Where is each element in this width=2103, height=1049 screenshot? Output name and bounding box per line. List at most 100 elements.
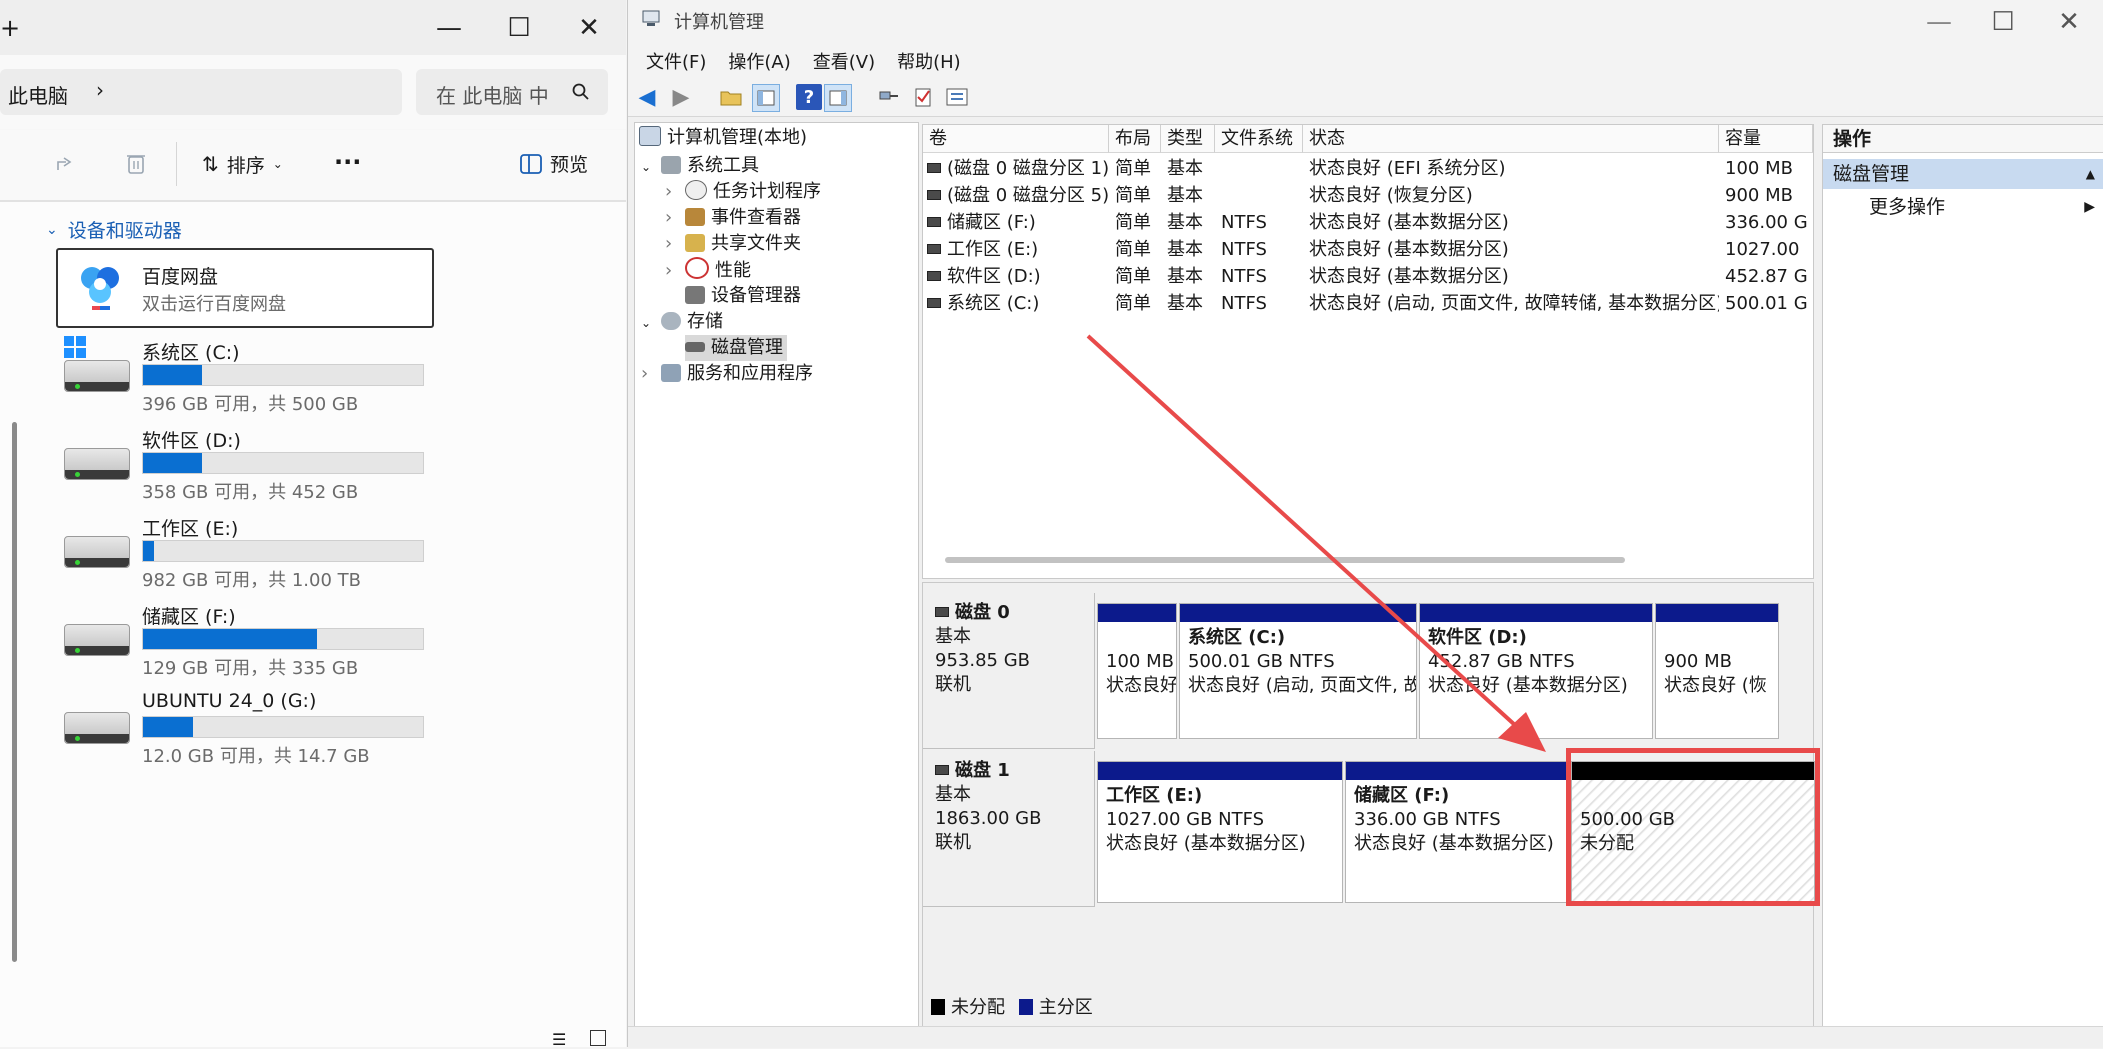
tree-event-viewer[interactable]: › 事件查看器 (665, 205, 801, 231)
column-header-filesystem[interactable]: 文件系统 (1215, 125, 1303, 153)
baidu-netdisk-logo-icon (81, 267, 119, 310)
volume-cell: 工作区 (E:) (927, 236, 1109, 263)
forward-arrow-icon[interactable]: ▶ (668, 84, 694, 110)
drive-item[interactable]: 工作区 (E:) 982 GB 可用，共 1.00 TB (56, 514, 436, 594)
volume-cell-text: 336.00 G (1725, 212, 1808, 233)
new-tab-icon[interactable]: + (0, 14, 20, 42)
back-arrow-icon[interactable]: ◀ (634, 84, 660, 110)
column-header-layout[interactable]: 布局 (1109, 125, 1161, 153)
volume-row[interactable]: 储藏区 (F:) 简单 基本 NTFS 状态良好 (基本数据分区) 336.00 G (923, 209, 1813, 236)
tree-services-apps[interactable]: › 服务和应用程序 (641, 361, 813, 387)
drive-item[interactable]: 储藏区 (F:) 129 GB 可用，共 335 GB (56, 602, 436, 682)
menu-file[interactable]: 文件(F) (646, 48, 706, 74)
search-icon[interactable] (572, 83, 590, 101)
chevron-right-icon[interactable]: › (641, 361, 661, 387)
partition-block[interactable]: 900 MB 状态良好 (恢 (1655, 603, 1779, 739)
actions-section-disk-management[interactable]: 磁盘管理 ▲ (1823, 159, 2103, 189)
volume-cell: 状态良好 (启动, 页面文件, 故障转储, 基本数据分区) (1309, 290, 1719, 317)
preview-button[interactable]: 预览 (520, 150, 588, 177)
tree-storage[interactable]: ⌄ 存储 (641, 309, 723, 335)
details-view-icon[interactable]: ☰ (552, 1030, 566, 1049)
partition-block[interactable]: 软件区 (D:) 452.87 GB NTFS 状态良好 (基本数据分区) (1419, 603, 1653, 739)
drive-item[interactable]: 系统区 (C:) 396 GB 可用，共 500 GB (56, 336, 436, 418)
show-hide-console-tree-icon[interactable] (752, 84, 780, 112)
disk-0-header[interactable]: 磁盘 0 基本 953.85 GB 联机 (923, 593, 1095, 749)
volume-row[interactable]: 软件区 (D:) 简单 基本 NTFS 状态良好 (基本数据分区) 452.87 G (923, 263, 1813, 290)
chevron-right-icon[interactable]: › (96, 78, 104, 102)
chevron-right-icon[interactable]: › (665, 258, 685, 284)
close-button[interactable]: ✕ (554, 0, 624, 55)
chevron-right-icon[interactable]: › (665, 205, 685, 231)
tree-device-manager[interactable]: 设备管理器 (685, 283, 801, 309)
volume-row[interactable]: (磁盘 0 磁盘分区 5) 简单 基本 状态良好 (恢复分区) 900 MB (923, 182, 1813, 209)
disk-0-name: 磁盘 0 (935, 601, 1082, 625)
menu-action[interactable]: 操作(A) (728, 48, 790, 74)
drive-item[interactable]: UBUNTU 24_0 (G:) 12.0 GB 可用，共 14.7 GB (56, 690, 436, 770)
help-icon[interactable]: ? (796, 84, 822, 110)
partition-block[interactable]: 工作区 (E:) 1027.00 GB NTFS 状态良好 (基本数据分区) (1097, 761, 1343, 903)
volume-cell-text: 基本 (1167, 293, 1203, 314)
breadcrumb[interactable]: 此电脑 (8, 80, 68, 109)
column-header-status[interactable]: 状态 (1303, 125, 1719, 153)
tree-shared-folders[interactable]: › 共享文件夹 (665, 231, 801, 257)
disk-1-header[interactable]: 磁盘 1 基本 1863.00 GB 联机 (923, 751, 1095, 907)
explorer-content: ⌄ 设备和驱动器 百度网盘 双击运行百度网盘 系统区 (C:) 396 GB 可用… (0, 202, 626, 1047)
menu-help[interactable]: 帮助(H) (897, 48, 961, 74)
section-header-devices[interactable]: ⌄ 设备和驱动器 (46, 216, 182, 243)
share-icon[interactable] (54, 152, 78, 176)
tree-label: 事件查看器 (711, 207, 801, 228)
column-header-volume[interactable]: 卷 (923, 125, 1109, 153)
sort-label: 排序 (226, 154, 265, 177)
partition-block[interactable]: 储藏区 (F:) 336.00 GB NTFS 状态良好 (基本数据分区) (1345, 761, 1569, 903)
status-bar (628, 1026, 2103, 1048)
volume-cell: 基本 (1167, 290, 1215, 317)
partition-block[interactable]: 100 MB 状态良好 (1097, 603, 1177, 739)
chevron-down-icon[interactable]: ⌄ (641, 154, 661, 180)
maximize-button[interactable]: ☐ (484, 0, 554, 55)
more-actions-item[interactable]: 更多操作 ▶ (1869, 193, 2095, 221)
scrollbar-thumb[interactable] (12, 422, 17, 962)
up-folder-icon[interactable] (718, 84, 744, 110)
volume-row[interactable]: (磁盘 0 磁盘分区 1) 简单 基本 状态良好 (EFI 系统分区) 100 MB (923, 155, 1813, 182)
delete-icon[interactable] (124, 150, 148, 176)
chevron-down-icon[interactable]: ⌄ (641, 310, 661, 336)
minimize-button[interactable]: — (414, 0, 484, 55)
drive-item[interactable]: 软件区 (D:) 358 GB 可用，共 452 GB (56, 426, 436, 506)
search-input[interactable]: 在 此电脑 中 (416, 69, 608, 115)
tree-performance[interactable]: › 性能 (665, 257, 751, 283)
collapse-arrow-icon[interactable]: ▲ (2086, 159, 2095, 189)
volume-row[interactable]: 系统区 (C:) 简单 基本 NTFS 状态良好 (启动, 页面文件, 故障转储, 基本… (923, 290, 1813, 317)
chevron-down-icon: ⌄ (46, 221, 58, 238)
checklist-icon[interactable] (910, 84, 936, 110)
tree-label: 系统工具 (687, 155, 759, 176)
properties-icon[interactable] (944, 84, 970, 110)
tree-root-computer-management[interactable]: 计算机管理(本地) (639, 125, 807, 151)
chevron-right-icon[interactable]: › (665, 231, 685, 257)
sort-button[interactable]: ⇅ 排序 ⌄ (202, 150, 283, 178)
partition-block[interactable]: 系统区 (C:) 500.01 GB NTFS 状态良好 (启动, 页面文件, 故 (1179, 603, 1417, 739)
connect-icon[interactable] (876, 84, 902, 110)
volume-cell: 100 MB (1725, 155, 1813, 182)
column-header-type[interactable]: 类型 (1161, 125, 1215, 153)
baidu-netdisk-item[interactable]: 百度网盘 双击运行百度网盘 (56, 248, 434, 328)
volume-cell-text: 基本 (1167, 266, 1203, 287)
column-header-capacity[interactable]: 容量 (1719, 125, 1813, 153)
disk-name: 磁盘 0 (955, 602, 1010, 623)
drive-usage-fill (143, 541, 155, 561)
horizontal-scrollbar[interactable] (945, 557, 1625, 563)
volume-cell: 1027.00 (1725, 236, 1813, 263)
computer-icon (639, 126, 661, 146)
tree-task-scheduler[interactable]: › 任务计划程序 (665, 179, 821, 205)
address-bar[interactable]: 此电脑 › (0, 69, 402, 115)
chevron-right-icon[interactable]: › (665, 179, 685, 205)
tree-disk-management[interactable]: 磁盘管理 (685, 335, 787, 361)
menu-view[interactable]: 查看(V) (813, 48, 875, 74)
volume-cell: (磁盘 0 磁盘分区 5) (927, 182, 1109, 209)
tree-system-tools[interactable]: ⌄ 系统工具 (641, 153, 759, 179)
volume-cell: 452.87 G (1725, 263, 1813, 290)
tiles-view-icon[interactable] (590, 1030, 606, 1046)
volume-row[interactable]: 工作区 (E:) 简单 基本 NTFS 状态良好 (基本数据分区) 1027.00 (923, 236, 1813, 263)
more-options-button[interactable]: ··· (334, 148, 361, 176)
show-hide-action-pane-icon[interactable] (824, 84, 852, 112)
partition-status: 状态良好 (基本数据分区) (1106, 833, 1306, 854)
